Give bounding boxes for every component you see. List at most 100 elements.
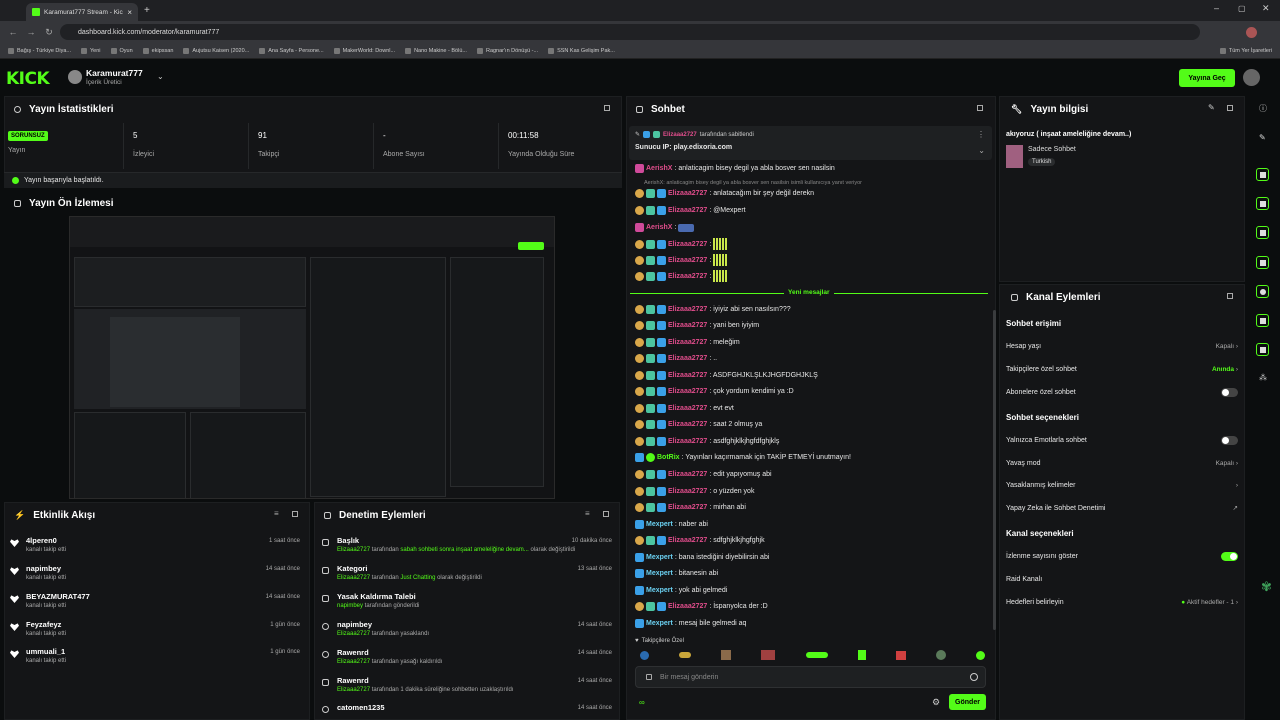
bookmark-item[interactable]: SSN Kas Gelişim Pak... bbox=[548, 47, 615, 54]
apps-icon[interactable]: ⁂ bbox=[1259, 373, 1267, 382]
filter-icon[interactable]: ≡ bbox=[585, 509, 590, 518]
go-live-button[interactable]: Yayına Geç bbox=[1179, 69, 1235, 87]
points-icon[interactable]: ∞ bbox=[639, 698, 645, 707]
slow-mode-setting[interactable]: Yavaş mod Kapalı › bbox=[1006, 457, 1238, 469]
stream-preview-video[interactable] bbox=[69, 216, 555, 499]
activity-item: 4lperen0 kanalı takip etti 1 saat önce bbox=[10, 536, 300, 563]
tab-title: Karamurat777 Stream - Kick Da bbox=[44, 8, 123, 16]
chat-scrollbar[interactable] bbox=[993, 310, 996, 630]
subs-only-setting[interactable]: Abonelere özel sohbet bbox=[1006, 386, 1238, 398]
back-icon[interactable]: ← bbox=[8, 27, 18, 37]
forward-icon[interactable]: → bbox=[26, 27, 36, 37]
chat-message: Elizaaa2727: @Mexpert bbox=[635, 206, 746, 215]
followers-only-setting[interactable]: Takipçilere özel sohbet Anında › bbox=[1006, 363, 1238, 375]
send-button[interactable]: Gönder bbox=[949, 694, 986, 710]
show-viewers-toggle[interactable] bbox=[1221, 551, 1238, 561]
show-viewers-setting[interactable]: İzlenme sayısını göster bbox=[1006, 550, 1238, 562]
banned-words-setting[interactable]: Yasaklanmış kelimeler › bbox=[1006, 479, 1238, 491]
moderation-sidebar-icon[interactable] bbox=[1256, 314, 1269, 327]
info-icon[interactable]: ⓘ bbox=[1259, 103, 1267, 114]
bookmark-item[interactable]: Bağış - Türkiye Diya... bbox=[8, 47, 71, 54]
channel-role: İçerik Üretici bbox=[86, 79, 122, 86]
stat-subscribers: - Abone Sayısı bbox=[374, 123, 499, 169]
bookmark-item[interactable]: Nano Makine - Bölü... bbox=[405, 47, 467, 54]
filter-icon[interactable]: ≡ bbox=[274, 509, 279, 518]
kick-logo[interactable]: KICK bbox=[6, 69, 50, 89]
chevron-down-icon[interactable]: ⌄ bbox=[157, 72, 164, 81]
chat-message: Elizaaa2727: çok yordum kendimi ya :D bbox=[635, 387, 794, 396]
subs-only-toggle[interactable] bbox=[1221, 387, 1238, 397]
channel-actions-header: Kanal Eylemleri bbox=[1001, 284, 1100, 310]
bookmark-item[interactable]: Aujutsu Kaisen (2020... bbox=[183, 47, 249, 54]
chat-message: Elizaaa2727: asdfghjklkjhgfdfghjklş bbox=[635, 437, 779, 446]
wrench-sidebar-icon[interactable] bbox=[1256, 343, 1269, 356]
chat-sidebar-icon[interactable] bbox=[1256, 256, 1269, 269]
assistant-icon[interactable]: ✾ bbox=[1261, 579, 1272, 595]
maximize-icon[interactable]: ▢ bbox=[1238, 4, 1246, 13]
url-input[interactable]: dashboard.kick.com/moderator/karamurat77… bbox=[60, 24, 1200, 40]
edit-icon[interactable]: ✎ bbox=[1259, 133, 1266, 142]
minimize-icon[interactable]: – bbox=[1214, 3, 1219, 13]
emote-icon bbox=[895, 650, 906, 660]
user-avatar[interactable] bbox=[1243, 69, 1260, 86]
reload-icon[interactable]: ↻ bbox=[44, 27, 54, 37]
account-age-setting[interactable]: Hesap yaşı Kapalı › bbox=[1006, 340, 1238, 352]
channel-avatar[interactable] bbox=[68, 70, 82, 84]
expand-icon[interactable] bbox=[604, 105, 610, 111]
language-tag: Turkish bbox=[1028, 158, 1056, 166]
expand-icon[interactable] bbox=[1227, 105, 1233, 111]
raid-setting[interactable]: Raid Kanalı bbox=[1006, 573, 1238, 585]
expand-icon[interactable] bbox=[1227, 293, 1233, 299]
expand-icon[interactable] bbox=[603, 511, 609, 517]
bolt-sidebar-icon[interactable] bbox=[1256, 197, 1269, 210]
stats-header: Yayın İstatistikleri bbox=[4, 96, 114, 122]
status-badge: SORUNSUZ bbox=[8, 131, 48, 141]
stats-sidebar-icon[interactable] bbox=[1256, 168, 1269, 181]
chat-message: Mexpert: bitanesin abi bbox=[635, 569, 718, 578]
bookmark-item[interactable]: ekipssan bbox=[142, 47, 173, 54]
browser-tab[interactable]: Karamurat777 Stream - Kick Da × bbox=[26, 3, 138, 21]
chat-message: Elizaaa2727: İspanyolca der :D bbox=[635, 602, 768, 611]
wrench-icon: 🔧︎ bbox=[1011, 103, 1023, 114]
chat-message: Elizaaa2727: anlatacağım bir şey değil d… bbox=[635, 189, 814, 198]
goals-setting[interactable]: Hedefleri belirleyin ● Aktif hedefler - 1… bbox=[1006, 596, 1238, 608]
bookmarks-bar: Bağış - Türkiye Diya... Yeni Oyun ekipss… bbox=[0, 43, 1280, 59]
emote-icon bbox=[678, 223, 695, 232]
stream-info-header: 🔧︎ Yayın bilgisi bbox=[1011, 103, 1089, 115]
edit-icon[interactable]: ✎ bbox=[1208, 103, 1215, 112]
bookmark-item[interactable]: Ragnar'ın Dönüşü -... bbox=[476, 47, 538, 54]
chat-message: Elizaaa2727: yani ben iyiyim bbox=[635, 321, 759, 330]
list-sidebar-icon[interactable] bbox=[1256, 226, 1269, 239]
ai-moderation-setting[interactable]: Yapay Zeka ile Sohbet Denetimi ↗ bbox=[1006, 502, 1238, 514]
emote-icon bbox=[976, 650, 985, 660]
moderation-item: Rawenrd Elizaaa2727 tarafından yasağı kal… bbox=[322, 648, 612, 675]
preview-sidebar-icon[interactable] bbox=[1256, 285, 1269, 298]
bookmark-item[interactable]: Oyun bbox=[110, 47, 133, 54]
emoji-icon[interactable] bbox=[970, 673, 978, 681]
close-tab-icon[interactable]: × bbox=[127, 8, 132, 17]
channel-icon bbox=[1011, 293, 1018, 301]
settings-gear-icon[interactable]: ⚙ bbox=[932, 697, 940, 708]
emote-bar[interactable] bbox=[640, 649, 985, 661]
pinned-message[interactable]: ✎ Elizaaa2727 tarafından sabitlendi Sunu… bbox=[629, 126, 992, 160]
expand-icon[interactable] bbox=[292, 511, 298, 517]
expand-icon[interactable] bbox=[977, 105, 983, 111]
new-messages-label: Yeni mesajlar bbox=[784, 289, 834, 296]
emote-icon bbox=[713, 270, 728, 282]
profile-avatar-icon[interactable] bbox=[1246, 27, 1257, 38]
chat-input[interactable]: Bir mesaj gönderin bbox=[635, 666, 986, 688]
more-icon[interactable]: ⋮ bbox=[977, 130, 985, 139]
chevron-down-icon[interactable]: ⌄ bbox=[978, 146, 985, 155]
new-tab-icon[interactable]: + bbox=[144, 5, 150, 16]
stat-stream-status: SORUNSUZ Yayın bbox=[8, 123, 124, 169]
close-window-icon[interactable]: ✕ bbox=[1262, 3, 1270, 14]
emotes-only-setting[interactable]: Yalnızca Emotlarla sohbet bbox=[1006, 434, 1238, 446]
emotes-only-toggle[interactable] bbox=[1221, 435, 1238, 445]
all-bookmarks[interactable]: Tüm Yer İşaretleri bbox=[1219, 47, 1272, 54]
emote-icon bbox=[713, 254, 728, 266]
subs-label-row: ♥ Takipçilere Özel bbox=[635, 638, 684, 644]
activity-item: napimbey kanalı takip etti 14 saat önce bbox=[10, 564, 300, 591]
bookmark-item[interactable]: Yeni bbox=[81, 47, 101, 54]
bookmark-item[interactable]: MakerWorld: Downl... bbox=[333, 47, 395, 54]
bookmark-item[interactable]: Ana Sayfa - Persone... bbox=[259, 47, 324, 54]
